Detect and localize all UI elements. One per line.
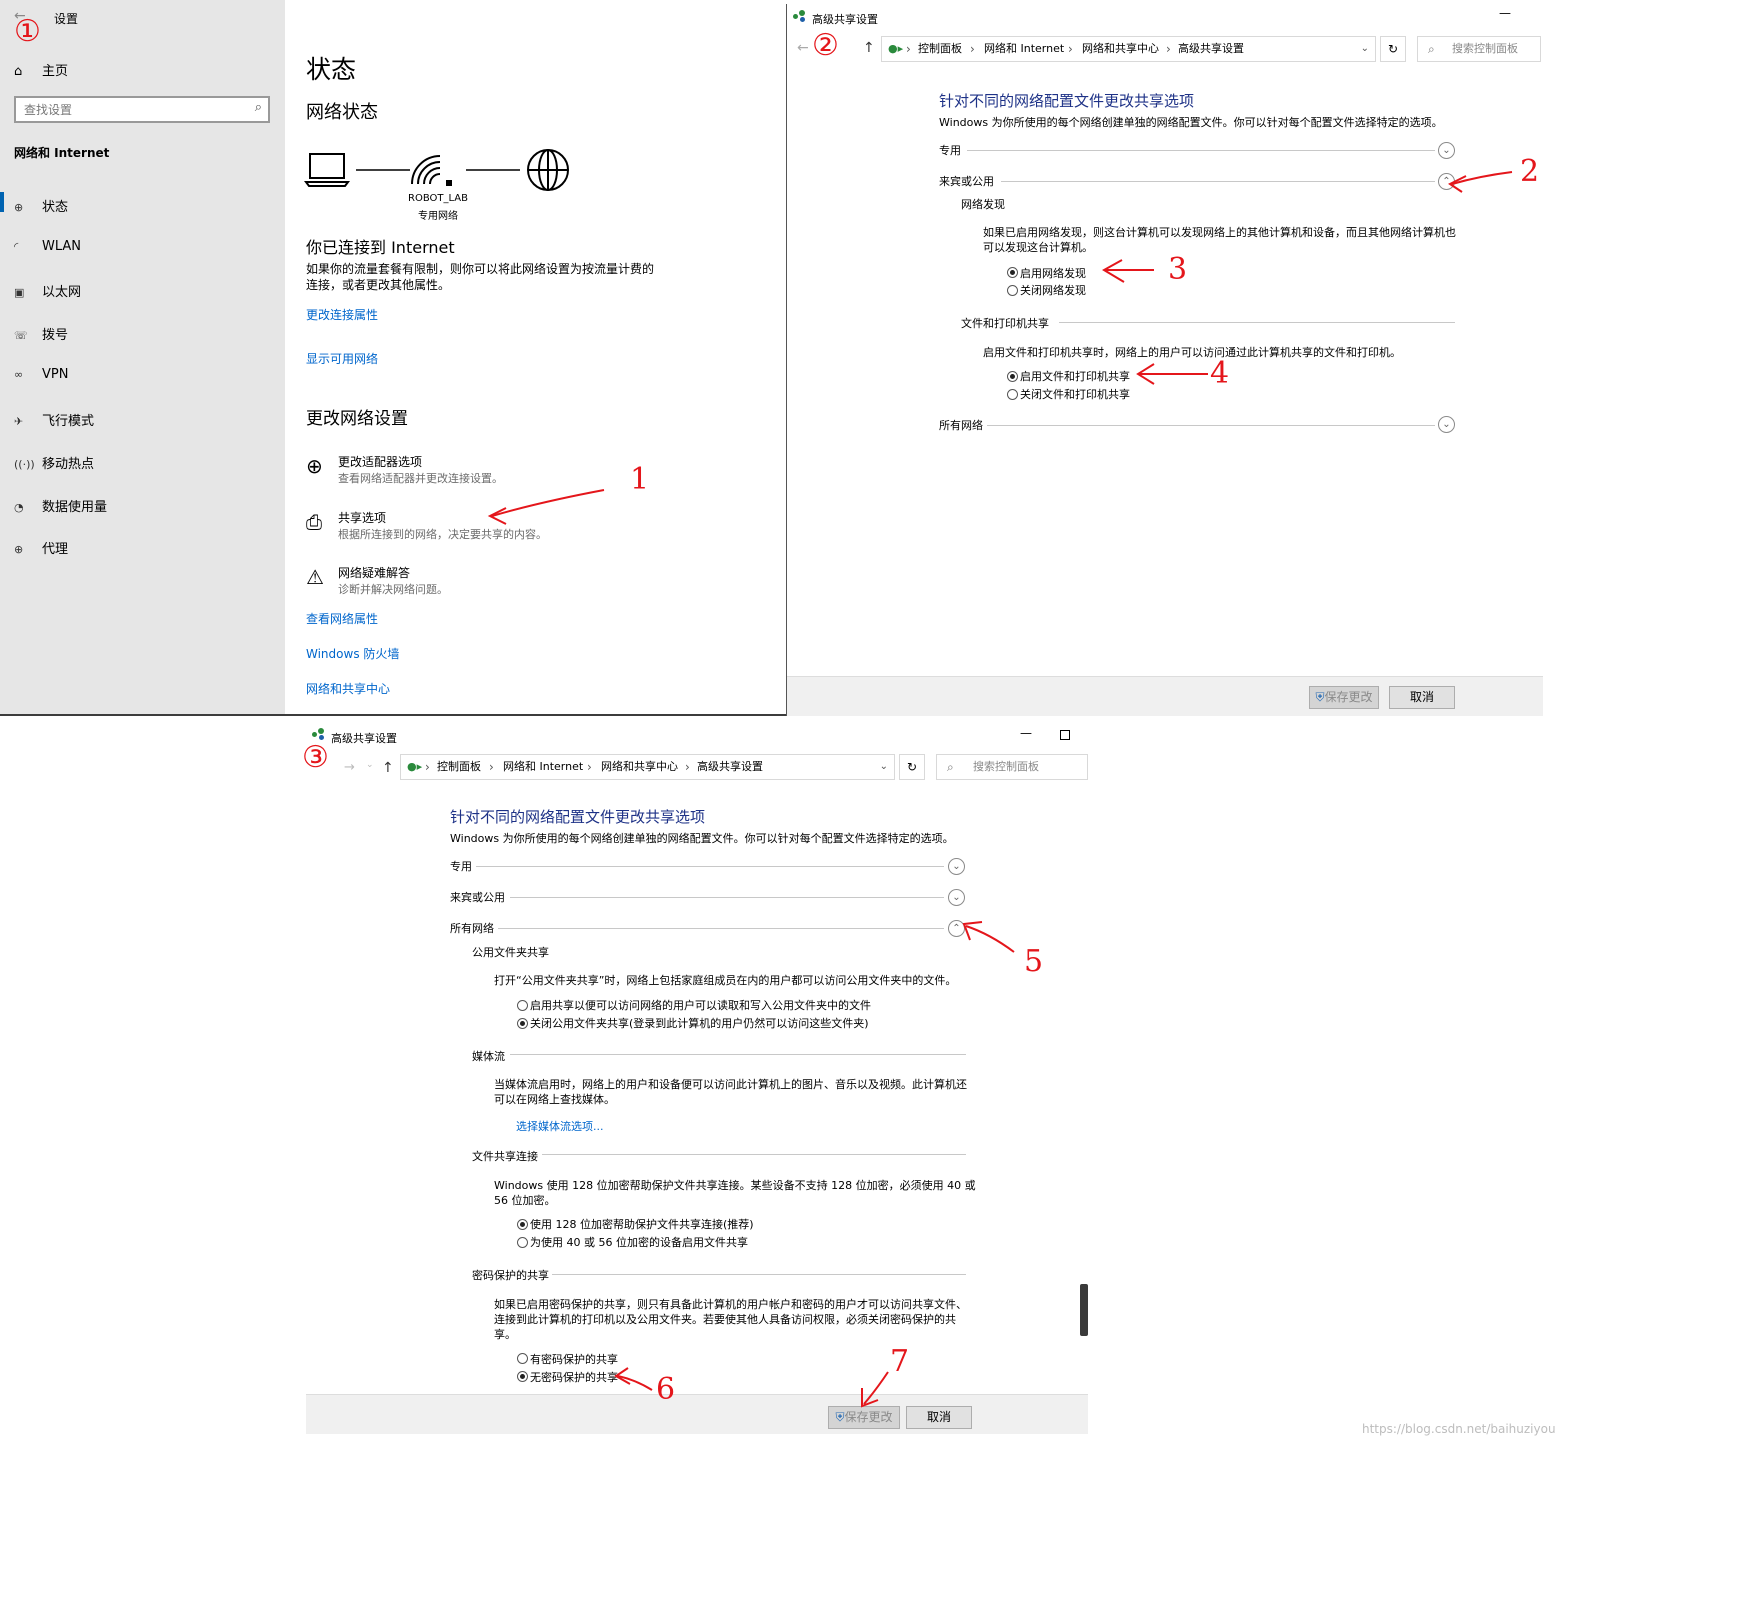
arrow-6	[614, 1367, 653, 1391]
arrow-1	[487, 489, 605, 525]
arrow-3	[1102, 259, 1154, 283]
arrow-7	[861, 1371, 889, 1408]
annotation-arrows	[487, 171, 1513, 1408]
annotation-number-2: 2	[1520, 154, 1540, 189]
annotation-number-6: 6	[656, 1372, 676, 1407]
annotation-circled-1: ①	[14, 14, 41, 49]
watermark: https://blog.csdn.net/baihuziyou	[1362, 1422, 1556, 1436]
annotation-number-3: 3	[1168, 252, 1188, 287]
arrow-2	[1448, 171, 1513, 193]
arrow-5	[962, 921, 1015, 953]
annotation-circled-3: ③	[302, 740, 329, 775]
annotation-number-4: 4	[1210, 356, 1230, 391]
annotation-circled-2: ②	[812, 28, 839, 63]
annotation-number-7: 7	[890, 1344, 910, 1379]
arrow-4	[1136, 363, 1208, 385]
annotation-number-5: 5	[1024, 944, 1044, 979]
annotation-number-1: 1	[630, 462, 650, 497]
